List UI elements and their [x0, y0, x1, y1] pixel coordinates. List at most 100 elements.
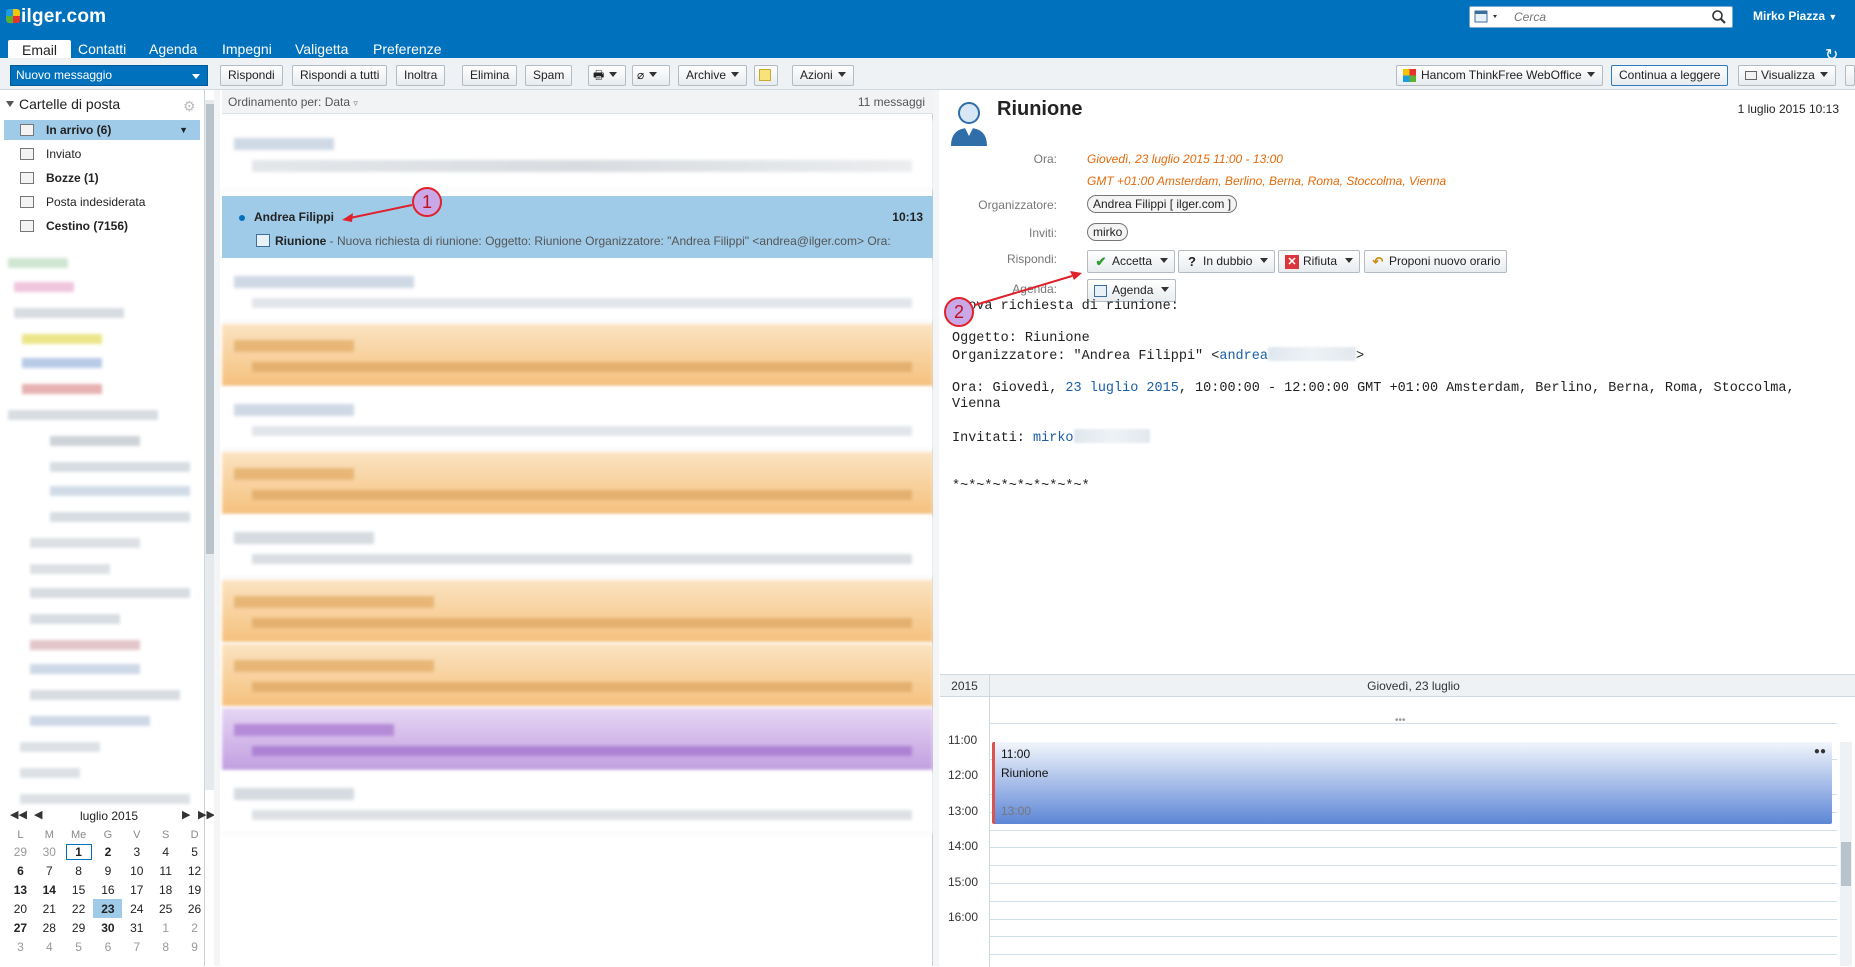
calendar-day[interactable]: 4 — [35, 937, 64, 956]
list-item-blurred[interactable] — [222, 516, 933, 578]
continue-reading-button[interactable]: Continua a leggere — [1611, 65, 1729, 86]
prev-year-icon[interactable]: ◀◀ — [10, 808, 27, 821]
calendar-day[interactable]: 9 — [180, 937, 209, 956]
folder-scrollbar[interactable] — [204, 100, 214, 790]
archive-button[interactable]: Archive — [678, 65, 748, 86]
calendar-day[interactable]: 7 — [35, 861, 64, 880]
sort-header[interactable]: Ordinamento per: Data ▿ 11 messaggi — [222, 90, 933, 114]
tab-contatti[interactable]: Contatti — [78, 42, 126, 59]
folder-drafts[interactable]: Bozze (1) — [4, 168, 200, 188]
calendar-day[interactable]: 6 — [6, 861, 35, 880]
calendar-day[interactable]: 3 — [6, 937, 35, 956]
list-item-blurred[interactable] — [222, 772, 933, 834]
pane-splitter[interactable] — [933, 90, 939, 966]
calendar-day[interactable]: 11 — [151, 861, 180, 880]
calendar-day[interactable]: 8 — [151, 937, 180, 956]
search-input[interactable] — [1514, 9, 1704, 25]
calendar-day-today[interactable]: 1 — [64, 842, 94, 861]
calendar-day[interactable]: 19 — [180, 880, 209, 899]
delete-button[interactable]: Elimina — [462, 65, 518, 86]
calendar-day[interactable]: 31 — [122, 918, 151, 937]
calendar-day[interactable]: 16 — [93, 880, 122, 899]
propose-time-button[interactable]: ↶ Proponi nuovo orario — [1364, 250, 1508, 273]
folders-header[interactable]: Cartelle di posta — [6, 96, 120, 112]
spam-button[interactable]: Spam — [525, 65, 573, 86]
decline-button[interactable]: ✕ Rifiuta — [1278, 250, 1361, 273]
calendar-day[interactable]: 2 — [93, 842, 122, 861]
tab-email[interactable]: Email — [8, 40, 72, 60]
logo[interactable]: ilger.com — [6, 6, 106, 28]
tentative-button[interactable]: ? In dubbio — [1178, 250, 1276, 273]
folder-trash[interactable]: Cestino (7156) — [4, 216, 200, 236]
calendar-day[interactable]: 29 — [6, 842, 35, 861]
folder-sent[interactable]: Inviato — [4, 144, 200, 164]
search-icon[interactable] — [1711, 9, 1727, 25]
date-link[interactable]: 23 luglio 2015 — [1065, 381, 1178, 396]
calendar-day[interactable]: 30 — [93, 918, 122, 937]
accept-button[interactable]: ✔ Accetta — [1087, 250, 1176, 273]
list-item-blurred[interactable] — [222, 644, 933, 706]
scrollbar-thumb[interactable] — [206, 104, 214, 554]
calendar-day[interactable]: 7 — [122, 937, 151, 956]
list-item-blurred[interactable] — [222, 260, 933, 322]
forward-button[interactable]: Inoltra — [396, 65, 446, 86]
calendar-day[interactable]: 14 — [35, 880, 64, 899]
calendar-day[interactable]: 13 — [6, 880, 35, 899]
tag-button[interactable]: ⌀ — [632, 65, 670, 86]
list-item-blurred[interactable] — [222, 452, 933, 514]
next-year-icon[interactable]: ▶▶ — [198, 808, 215, 821]
resize-handle[interactable]: ••• — [1395, 715, 1406, 726]
note-button[interactable] — [754, 65, 778, 86]
calendar-day[interactable]: 30 — [35, 842, 64, 861]
list-item-blurred[interactable] — [222, 324, 933, 386]
calendar-day[interactable]: 24 — [122, 899, 151, 918]
view-button[interactable]: Visualizza — [1738, 65, 1836, 86]
calendar-day[interactable]: 27 — [6, 918, 35, 937]
calendar-day-selected[interactable]: 23 — [93, 899, 123, 918]
calendar-day[interactable]: 3 — [122, 842, 151, 861]
calendar-day[interactable]: 5 — [180, 842, 209, 861]
tab-preferenze[interactable]: Preferenze — [373, 42, 441, 59]
calendar-day[interactable]: 1 — [151, 918, 180, 937]
reply-all-button[interactable]: Rispondi a tutti — [292, 65, 388, 86]
calendar-day[interactable]: 20 — [6, 899, 35, 918]
calendar-day[interactable]: 10 — [122, 861, 151, 880]
calendar-day[interactable]: 21 — [35, 899, 64, 918]
scrollbar-thumb[interactable] — [1841, 842, 1851, 886]
agenda-event[interactable]: 11:00 Riunione 13:00 ●● — [992, 742, 1832, 824]
list-item-blurred[interactable] — [222, 580, 933, 642]
user-menu[interactable]: Mirko Piazza ▼ — [1753, 9, 1837, 23]
tab-valigetta[interactable]: Valigetta — [295, 42, 348, 59]
next-month-icon[interactable]: ▶ — [182, 808, 190, 821]
calendar-day[interactable]: 4 — [151, 842, 180, 861]
calendar-day[interactable]: 18 — [151, 880, 180, 899]
calendar-day[interactable]: 25 — [151, 899, 180, 918]
chevron-down-icon[interactable]: ▼ — [179, 120, 188, 140]
calendar-day[interactable]: 26 — [180, 899, 209, 918]
calendar-day[interactable]: 28 — [35, 918, 64, 937]
tab-impegni[interactable]: Impegni — [222, 42, 272, 59]
calendar-day[interactable]: 2 — [180, 918, 209, 937]
invitee-pill[interactable]: mirko — [1087, 223, 1129, 241]
list-item-blurred[interactable] — [222, 120, 933, 190]
calendar-day[interactable]: 17 — [122, 880, 151, 899]
search-scope-icon[interactable] — [1474, 10, 1504, 24]
reply-button[interactable]: Rispondi — [220, 65, 283, 86]
calendar-day[interactable]: 22 — [64, 899, 94, 918]
list-item-selected[interactable]: Andrea Filippi 10:13 Riunione - Nuova ri… — [222, 196, 933, 258]
calendar-day[interactable]: 29 — [64, 918, 94, 937]
actions-button[interactable]: Azioni — [792, 65, 854, 86]
calendar-day[interactable]: 6 — [93, 937, 122, 956]
gear-icon[interactable]: ⚙ — [183, 98, 196, 115]
organizer-email-link[interactable]: andrea — [1219, 349, 1268, 364]
invitee-link[interactable]: mirko — [1033, 431, 1074, 446]
new-message-button[interactable]: Nuovo messaggio — [10, 65, 208, 86]
calendar-day[interactable]: 5 — [64, 937, 94, 956]
weboffice-button[interactable]: Hancom ThinkFree WebOffice — [1396, 65, 1603, 86]
folder-inbox[interactable]: In arrivo (6) ▼ — [4, 120, 200, 140]
prev-month-icon[interactable]: ◀ — [34, 808, 42, 821]
tab-agenda[interactable]: Agenda — [149, 42, 197, 59]
calendar-day[interactable]: 12 — [180, 861, 209, 880]
list-item-blurred[interactable] — [222, 388, 933, 450]
organizer-pill[interactable]: Andrea Filippi [ ilger.com ] — [1087, 195, 1238, 213]
